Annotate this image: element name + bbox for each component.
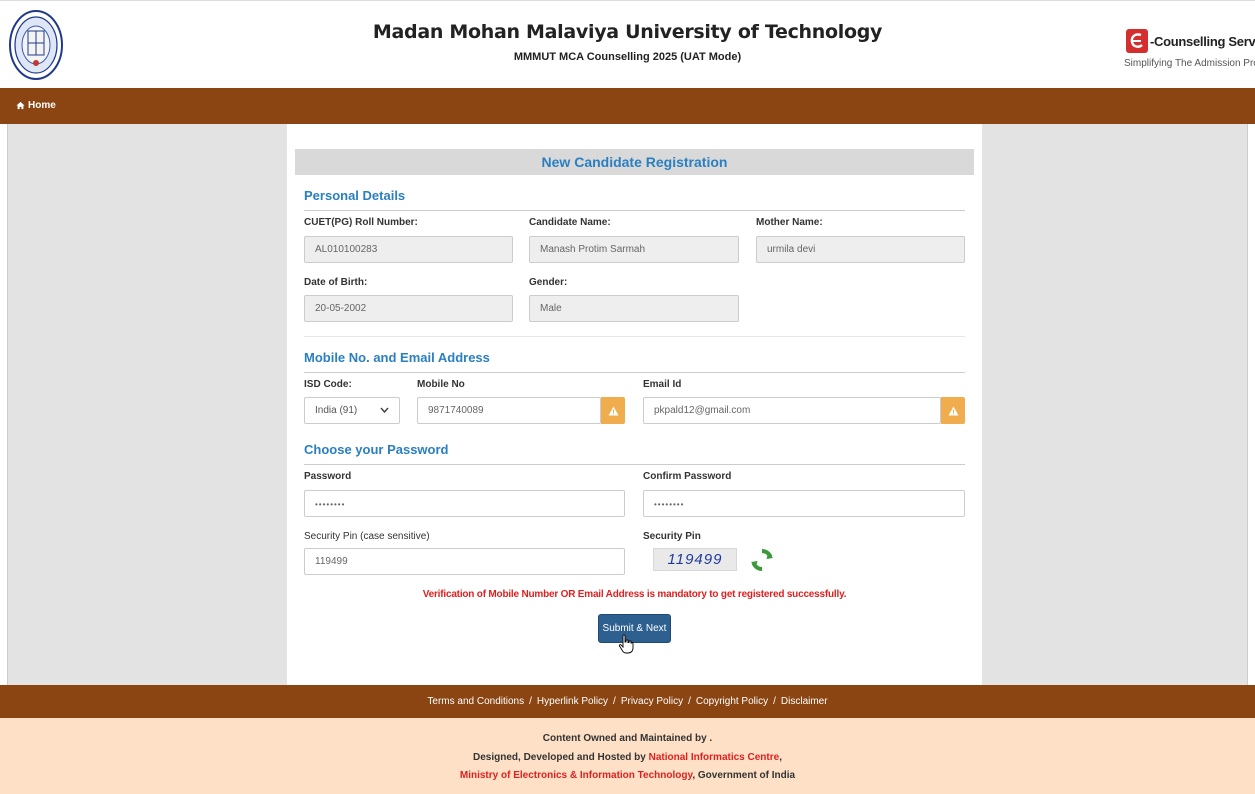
left-gutter (0, 124, 8, 685)
isd-code-value: India (91) (315, 405, 358, 416)
password-field[interactable]: •••••••• (304, 490, 625, 517)
email-label: Email Id (643, 379, 682, 390)
warning-icon (948, 406, 958, 415)
chevron-down-icon (380, 398, 389, 433)
section-divider (304, 464, 965, 465)
right-gutter (1247, 124, 1255, 685)
warning-icon (608, 406, 618, 415)
contact-title: Mobile No. and Email Address (304, 350, 490, 365)
logo-tagline: Simplifying The Admission Process (1124, 58, 1255, 69)
dob-field[interactable]: 20-05-2002 (304, 295, 513, 322)
page-title: Madan Mohan Malaviya University of Techn… (372, 21, 883, 43)
password-section-title: Choose your Password (304, 442, 449, 457)
footer-links-bar: Terms and Conditions / Hyperlink Policy / Pr… (0, 685, 1255, 718)
confirm-password-field[interactable]: •••••••• (643, 490, 965, 517)
password-label: Password (304, 471, 352, 482)
footer-link-disclaimer[interactable]: Disclaimer (781, 696, 828, 707)
nic-link[interactable]: National Informatics Centre (649, 752, 780, 763)
roll-number-field[interactable]: AL010100283 (304, 236, 513, 263)
footer-separator: / (688, 696, 691, 707)
gender-label: Gender: (529, 277, 568, 288)
footer-link-copyright-policy[interactable]: Copyright Policy (696, 696, 768, 707)
footer-separator: / (529, 696, 532, 707)
footer-ministry-suffix: , Government of India (692, 770, 796, 781)
roll-number-label: CUET(PG) Roll Number: (304, 217, 418, 228)
verification-notice: Verification of Mobile Number OR Email A… (422, 589, 847, 600)
security-pin-input[interactable]: 119499 (304, 548, 625, 575)
email-field[interactable]: pkpald12@gmail.com (643, 397, 941, 424)
footer-separator: / (613, 696, 616, 707)
fine-divider (304, 336, 965, 337)
nav-home-link[interactable]: Home (16, 100, 56, 111)
mobile-field[interactable]: 9871740089 (417, 397, 601, 424)
meity-link[interactable]: Ministry of Electronics & Information Te… (460, 770, 692, 781)
footer-info: Content Owned and Maintained by . Design… (0, 718, 1255, 794)
registration-form: New Candidate Registration Personal Deta… (287, 124, 982, 685)
footer-designed-suffix: , (779, 752, 782, 763)
refresh-icon[interactable] (749, 547, 775, 573)
verify-mobile-button[interactable] (601, 397, 625, 424)
hand-pointer-icon (618, 634, 634, 654)
section-divider (304, 372, 965, 373)
submit-next-button[interactable]: Submit & Next (598, 614, 671, 643)
captcha-image: 119499 (653, 548, 737, 571)
home-icon (16, 101, 25, 110)
confirm-password-label: Confirm Password (643, 471, 732, 482)
personal-details-title: Personal Details (304, 188, 406, 203)
footer-link-hyperlink-policy[interactable]: Hyperlink Policy (537, 696, 608, 707)
gender-field[interactable]: Male (529, 295, 739, 322)
page-subtitle: MMMUT MCA Counselling 2025 (UAT Mode) (513, 51, 742, 63)
candidate-name-field[interactable]: Manash Protim Sarmah (529, 236, 739, 263)
candidate-name-label: Candidate Name: (529, 217, 611, 228)
form-heading: New Candidate Registration (295, 149, 974, 175)
dob-label: Date of Birth: (304, 277, 368, 288)
ec-logo-icon (1126, 29, 1148, 53)
logo-text: -Counselling Services (1150, 34, 1255, 49)
section-divider (304, 210, 965, 211)
verify-email-button[interactable] (941, 397, 965, 424)
footer-designed-prefix: Designed, Developed and Hosted by (473, 752, 649, 763)
footer-link-terms[interactable]: Terms and Conditions (427, 696, 524, 707)
mobile-label: Mobile No (417, 379, 465, 390)
footer-link-privacy-policy[interactable]: Privacy Policy (621, 696, 683, 707)
isd-code-label: ISD Code: (304, 379, 352, 390)
security-pin-input-label: Security Pin (case sensitive) (304, 531, 430, 542)
security-pin-label: Security Pin (643, 531, 701, 542)
nav-home-label: Home (28, 100, 56, 111)
mother-name-label: Mother Name: (756, 217, 823, 228)
isd-code-select[interactable]: India (91) (304, 397, 400, 424)
top-navbar: Home (0, 88, 1255, 124)
university-seal-icon (9, 10, 63, 80)
footer-owned-line: Content Owned and Maintained by . (542, 733, 713, 744)
page-header: Madan Mohan Malaviya University of Techn… (0, 0, 1255, 88)
footer-ministry-line: Ministry of Electronics & Information Te… (0, 770, 1255, 781)
footer-designed-line: Designed, Developed and Hosted by Nation… (0, 752, 1255, 763)
mother-name-field[interactable]: urmila devi (756, 236, 965, 263)
footer-separator: / (773, 696, 776, 707)
